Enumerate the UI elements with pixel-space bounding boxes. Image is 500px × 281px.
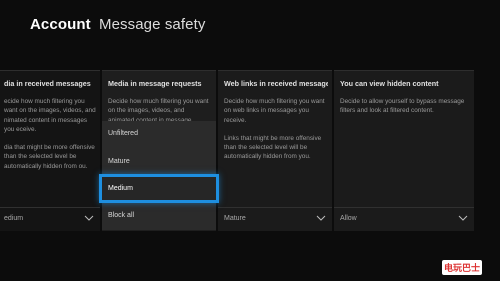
description-text: Decide to allow yourself to bypass messa… — [340, 98, 465, 115]
setting-select-view-hidden[interactable]: Allow — [334, 207, 474, 232]
option-label: Mature — [108, 158, 130, 165]
setting-column-view-hidden: You can view hidden content Decide to al… — [334, 70, 474, 231]
column-heading: dia in received messages — [4, 79, 91, 88]
option-mature[interactable]: Mature — [102, 149, 216, 175]
option-label: Medium — [108, 185, 133, 192]
page-title: Message safety — [98, 16, 206, 33]
filter-level-dropdown: Unfiltered Mature Block all Medium — [99, 121, 219, 230]
selected-value: edium — [4, 215, 24, 222]
chevron-down-icon — [458, 215, 468, 221]
option-label: Block all — [108, 212, 135, 219]
description-text: dia that might be more offensive than th… — [4, 144, 95, 170]
column-description: Decide how much filtering you want on we… — [224, 97, 328, 171]
selected-value: Allow — [340, 215, 357, 222]
site-watermark-logo: 电玩巴士 — [441, 260, 482, 275]
description-text: ecide how much filtering you want on the… — [4, 98, 96, 133]
option-label: Unfiltered — [108, 130, 138, 137]
column-heading: Media in message requests — [108, 79, 202, 88]
setting-column-web-links: Web links in received messages Decide ho… — [218, 70, 332, 231]
setting-select-web-links[interactable]: Mature — [218, 207, 332, 232]
column-heading: Web links in received messages — [224, 79, 328, 88]
section-title: Account — [30, 16, 91, 33]
option-block-all[interactable]: Block all — [102, 203, 216, 229]
setting-select-media-received[interactable]: edium — [0, 207, 100, 232]
column-description: ecide how much filtering you want on the… — [4, 97, 96, 180]
description-text: Links that might be more offensive than … — [224, 134, 322, 161]
setting-column-media-received: dia in received messages ecide how much … — [0, 70, 100, 231]
chevron-down-icon — [84, 215, 94, 221]
option-unfiltered[interactable]: Unfiltered — [102, 121, 216, 147]
page-header: Account Message safety — [30, 16, 205, 33]
option-medium-focused[interactable]: Medium — [99, 174, 219, 203]
chevron-down-icon — [316, 215, 326, 221]
description-text: Decide how much filtering you want on we… — [224, 98, 325, 124]
column-heading: You can view hidden content — [340, 79, 439, 88]
selected-value: Mature — [224, 215, 246, 222]
column-description: Decide to allow yourself to bypass messa… — [340, 97, 470, 125]
